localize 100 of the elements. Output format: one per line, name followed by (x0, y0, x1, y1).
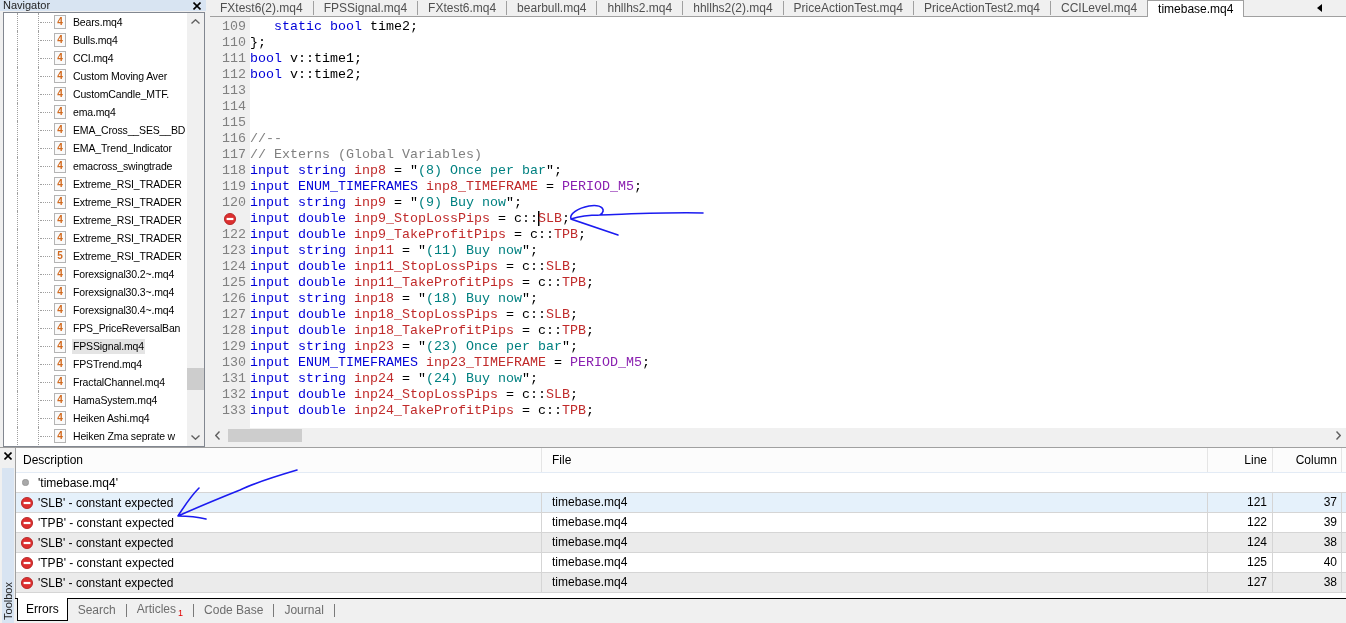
panel-tab[interactable]: Code Base (194, 599, 274, 621)
vertical-scrollbar[interactable] (187, 13, 204, 446)
table-cell: 125 (1208, 553, 1273, 572)
code-line: input double inp18_TakeProfitPips = c::TPB; (250, 323, 595, 339)
column-header[interactable]: File (542, 448, 1208, 472)
table-cell: timebase.mq4 (542, 493, 1208, 512)
file-tab[interactable]: CCILevel.mq4 (1051, 0, 1148, 16)
tree-item[interactable]: Extreme_RSI_TRADER (72, 230, 183, 246)
line-number: 122 (221, 227, 247, 243)
tree-item[interactable]: Bears.mq4 (72, 14, 124, 30)
tree-item[interactable]: EMA_Cross__SES__BD (72, 122, 187, 138)
tree-item[interactable]: FPSSignal.mq4 (72, 338, 145, 354)
scrollbar-thumb[interactable] (228, 429, 302, 442)
code-line: input string inp9 = "(9) Buy now"; (250, 195, 523, 211)
tree-item[interactable]: CustomCandle_MTF. (72, 86, 171, 102)
panel-tab[interactable]: Articles $_{1}$ (126, 599, 194, 621)
tree-item[interactable]: Bulls.mq4 (72, 32, 119, 48)
tree-item[interactable]: EMA_Trend_Indicator (72, 140, 173, 156)
file-type-icon: 4 (54, 267, 66, 281)
error-message: 'TPB' - constant expected (38, 554, 174, 572)
code-line: bool v::time1; (250, 51, 363, 67)
tree-item[interactable]: HamaSystem.mq4 (72, 392, 159, 408)
file-tab[interactable]: timebase.mq4 (1147, 0, 1245, 17)
file-type-icon: 4 (54, 303, 66, 317)
tree-item[interactable]: Forexsignal30.2~.mq4 (72, 266, 176, 282)
file-tab[interactable]: PriceActionTest2.mq4 (913, 0, 1051, 16)
table-row[interactable]: 'TPB' - constant expected timebase.mq4 122 39 (16, 513, 1346, 533)
code-line: input string inp23 = "(23) Once per bar"; (250, 339, 579, 355)
code-line: input string inp11 = "(11) Buy now"; (250, 243, 539, 259)
tree-item[interactable]: FPSTrend.mq4 (72, 356, 143, 372)
error-icon (21, 576, 33, 589)
tree-item[interactable]: Forexsignal30.3~.mq4 (72, 284, 176, 300)
file-tab[interactable]: hhllhs2(2).mq4 (683, 0, 783, 16)
line-number: 132 (221, 387, 247, 403)
file-tab[interactable]: FXtest6.mq4 (418, 0, 507, 16)
code-line: input string inp24 = "(24) Buy now"; (250, 371, 539, 387)
code-line: input double inp11_StopLossPips = c::SLB; (250, 259, 579, 275)
tree-item[interactable]: Custom Moving Aver (72, 68, 168, 84)
line-number: 130 (221, 355, 247, 371)
scroll-left-icon[interactable] (1317, 4, 1322, 12)
chevron-right-icon[interactable] (1336, 431, 1341, 440)
column-header[interactable]: Line (1208, 448, 1273, 472)
error-icon (21, 496, 33, 509)
file-tab[interactable]: hhllhs2.mq4 (597, 0, 683, 16)
tree-item[interactable]: FractalChannel.mq4 (72, 374, 166, 390)
tree-item[interactable]: emacross_swingtrade (72, 158, 174, 174)
close-icon[interactable] (3, 452, 12, 460)
tree-item[interactable]: ema.mq4 (72, 104, 117, 120)
table-cell: 39 (1273, 513, 1342, 532)
file-type-icon: 4 (54, 69, 66, 83)
code-line: //-- (250, 131, 283, 147)
scrollbar-thumb[interactable] (187, 368, 204, 390)
line-number: 123 (221, 243, 247, 259)
tree-item[interactable]: Extreme_RSI_TRADER (72, 176, 183, 192)
tree-item[interactable]: Extreme_RSI_TRADER (72, 194, 183, 210)
code-line: input double inp24_StopLossPips = c::SLB; (250, 387, 579, 403)
tree-item[interactable]: Heiken Ashi.mq4 (72, 410, 151, 426)
tree-item[interactable]: Forexsignal30.4~.mq4 (72, 302, 176, 318)
table-row[interactable]: 'SLB' - constant expected timebase.mq4 124 38 (16, 533, 1346, 553)
panel-tab[interactable]: Search (67, 599, 126, 621)
line-number: 115 (221, 115, 247, 131)
error-message: 'SLB' - constant expected (38, 494, 174, 512)
table-cell: timebase.mq4 (542, 573, 1208, 592)
chevron-up-icon[interactable] (191, 19, 200, 24)
file-tab[interactable]: FXtest6(2).mq4 (210, 0, 313, 16)
column-header[interactable]: Description (16, 448, 542, 472)
tree-item[interactable]: Extreme_RSI_TRADER (72, 248, 183, 264)
code-editor[interactable] (210, 17, 1346, 428)
file-type-icon: 4 (54, 411, 66, 425)
line-number: 125 (221, 275, 247, 291)
line-number: 124 (221, 259, 247, 275)
table-row[interactable]: 'SLB' - constant expected timebase.mq4 127 38 (16, 573, 1346, 593)
line-number: 119 (221, 179, 247, 195)
tree-item[interactable]: CCI.mq4 (72, 50, 115, 66)
code-line: input ENUM_TIMEFRAMES inp23_TIMEFRAME = PERIOD_M5; (250, 355, 651, 371)
tree-item[interactable]: Extreme_RSI_TRADER (72, 212, 183, 228)
line-number: 113 (221, 83, 247, 99)
line-number: 116 (221, 131, 247, 147)
panel-tab[interactable]: Errors (17, 598, 68, 621)
file-tab[interactable]: PriceActionTest.mq4 (783, 0, 913, 16)
file-type-icon: 4 (54, 375, 66, 389)
file-type-icon: 4 (54, 195, 66, 209)
file-tab[interactable]: FPSSignal.mq4 (313, 0, 418, 16)
file-tab[interactable]: bearbull.mq4 (507, 0, 597, 16)
table-row[interactable]: 'TPB' - constant expected timebase.mq4 125 40 (16, 553, 1346, 573)
tree-item[interactable]: FPS_PriceReversalBan (72, 320, 182, 336)
table-cell: 38 (1273, 573, 1342, 592)
column-header[interactable]: Column (1273, 448, 1342, 472)
panel-tab[interactable]: Journal (274, 599, 334, 621)
line-number: 110 (221, 35, 247, 51)
line-number: 109 (221, 19, 247, 35)
close-icon[interactable] (193, 1, 201, 10)
chevron-left-icon[interactable] (215, 431, 220, 440)
table-row[interactable]: 'SLB' - constant expected timebase.mq4 121 37 (16, 493, 1346, 513)
table-cell: 124 (1208, 533, 1273, 552)
error-icon (21, 556, 33, 569)
code-line: bool v::time2; (250, 67, 363, 83)
code-line: }; (250, 35, 267, 51)
tree-item[interactable]: Heiken Zma seprate w (72, 428, 177, 444)
chevron-down-icon[interactable] (191, 435, 200, 440)
